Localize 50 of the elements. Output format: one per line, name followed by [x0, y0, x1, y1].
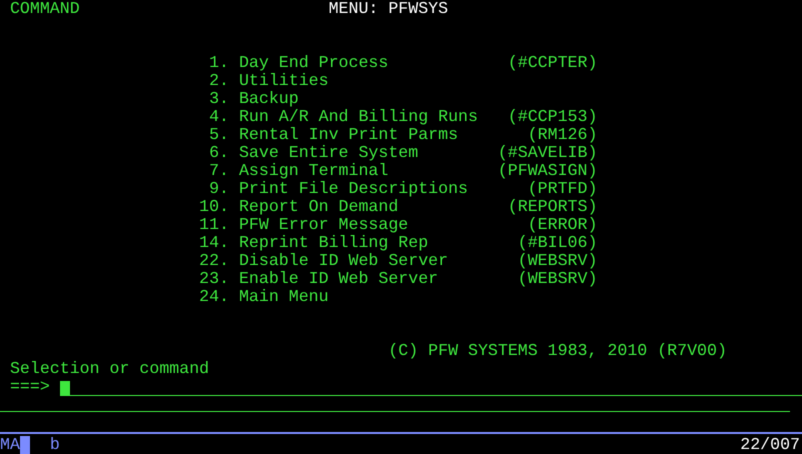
option-number: 5. [208, 126, 230, 144]
option-number: 1. [208, 54, 230, 72]
menu-option[interactable]: Print File Descriptions [238, 180, 478, 198]
cursor-icon [60, 380, 70, 394]
program-code: (#BIL06) [516, 234, 598, 252]
menu-option[interactable]: Save Entire System [238, 144, 478, 162]
menu-option[interactable]: PFW Error Message [238, 216, 478, 234]
program-code: (REPORTS) [506, 198, 598, 216]
cursor-icon [20, 436, 30, 454]
program-code: (#CCPTER) [506, 54, 598, 72]
menu-option[interactable]: Utilities [238, 72, 478, 90]
mode-label: COMMAND [10, 0, 81, 18]
program-code: (PFWASIGN) [496, 162, 598, 180]
session-indicator: MA [0, 436, 20, 454]
program-code: (#CCP153) [506, 108, 598, 126]
status-indicator: b [50, 436, 60, 454]
menu-option[interactable]: Rental Inv Print Parms [238, 126, 478, 144]
command-arrow: ===> [10, 378, 50, 396]
option-number: 23. [199, 270, 230, 288]
program-code: (ERROR) [526, 216, 598, 234]
option-number: 11. [199, 216, 230, 234]
program-code: (RM126) [526, 126, 598, 144]
menu-option[interactable]: Run A/R And Billing Runs [238, 108, 478, 126]
menu-option[interactable]: Enable ID Web Server [238, 270, 478, 288]
option-number: 9. [208, 180, 230, 198]
input-field[interactable] [60, 378, 802, 396]
menu-option[interactable]: Assign Terminal [238, 162, 478, 180]
option-number: 2. [208, 72, 230, 90]
program-code: (PRTFD) [526, 180, 598, 198]
option-number: 3. [208, 90, 230, 108]
prompt-label: Selection or command [10, 360, 210, 378]
option-number: 10. [199, 198, 230, 216]
program-code: (WEBSRV) [516, 252, 598, 270]
program-code: (WEBSRV) [516, 270, 598, 288]
option-number: 24. [199, 288, 230, 306]
option-number: 4. [208, 108, 230, 126]
program-code: (#SAVELIB) [496, 144, 598, 162]
menu-option[interactable]: Main Menu [238, 288, 478, 306]
menu-option[interactable]: Day End Process [238, 54, 478, 72]
menu-option[interactable]: Disable ID Web Server [238, 252, 478, 270]
menu-option[interactable]: Reprint Billing Rep [238, 234, 478, 252]
option-number: 22. [199, 252, 230, 270]
menu-option[interactable]: Report On Demand [238, 198, 478, 216]
copyright-text: (C) PFW SYSTEMS 1983, 2010 (R7V00) [388, 342, 727, 360]
option-number: 6. [208, 144, 230, 162]
menu-option[interactable]: Backup [238, 90, 478, 108]
option-number: 7. [208, 162, 230, 180]
cursor-position: 22/007 [740, 436, 800, 454]
screen-title: MENU: PFWSYS [328, 0, 448, 18]
option-number: 14. [199, 234, 230, 252]
